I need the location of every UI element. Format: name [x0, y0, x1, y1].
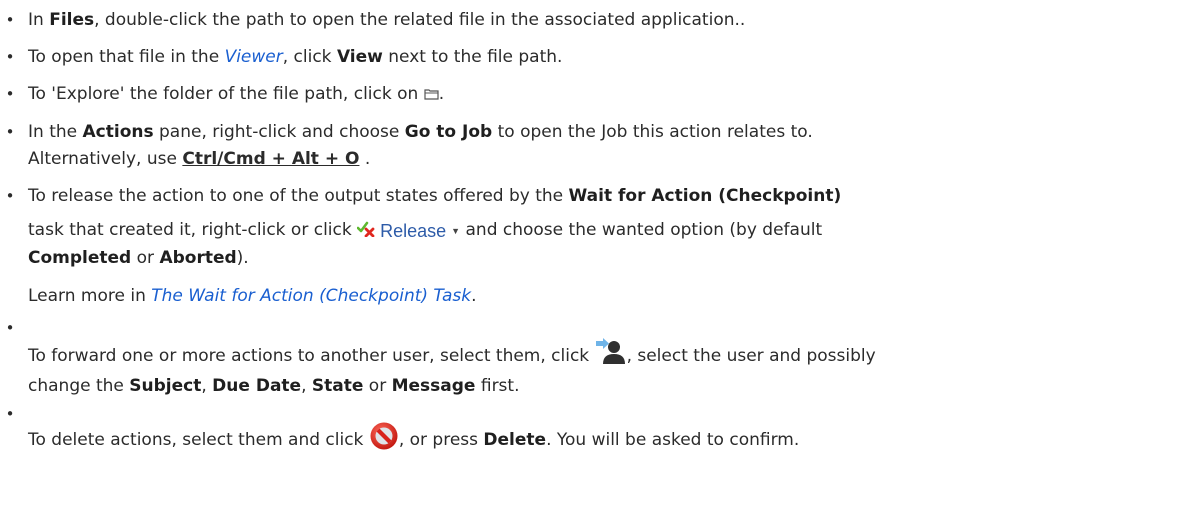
bold-actions: Actions [82, 122, 154, 142]
text: ). [236, 248, 249, 268]
bold-delete: Delete [483, 430, 547, 450]
bold-state: State [311, 376, 364, 396]
bold-completed: Completed [28, 248, 132, 268]
text: , select the user and possibly [626, 346, 876, 366]
release-button[interactable]: Release ▼ [356, 218, 461, 245]
text: Alternatively, use [28, 149, 183, 169]
text: To 'Explore' the folder of the file path… [28, 84, 424, 104]
text: . [471, 286, 477, 306]
text: , click [282, 47, 337, 67]
line-wrapper: task that created it, right-click or cli… [28, 217, 1184, 272]
instruction-list: • In Files, double-click the path to ope… [0, 7, 1184, 460]
text: pane, right-click and choose [153, 122, 405, 142]
bold-message: Message [391, 376, 476, 396]
chevron-down-icon: ▼ [451, 226, 461, 236]
text: To release the action to one of the outp… [28, 186, 569, 206]
bullet: • [5, 48, 15, 66]
bullet: • [5, 187, 15, 205]
delete-icon[interactable] [369, 421, 399, 460]
bold-subject: Subject [129, 376, 202, 396]
text: , [201, 376, 213, 396]
list-item: • To forward one or more actions to anot… [0, 319, 1184, 400]
text: To open that file in the [28, 47, 225, 67]
keyboard-shortcut: Ctrl/Cmd + Alt + O [182, 149, 360, 169]
text: first. [475, 376, 520, 396]
text: . You will be asked to confirm. [546, 430, 800, 450]
item-text: To forward one or more actions to anothe… [28, 323, 1184, 400]
text: or [131, 248, 160, 268]
text: , or press [398, 430, 484, 450]
list-item: • In the Actions pane, right-click and c… [0, 119, 1184, 173]
bullet: • [5, 123, 15, 141]
bullet: • [5, 405, 15, 423]
bold-files: Files [49, 10, 95, 30]
bullet: • [5, 11, 15, 29]
bold-wait-for-action: Wait for Action (Checkpoint) [568, 186, 842, 206]
list-item: • To delete actions, select them and cli… [0, 405, 1184, 460]
text: . [359, 149, 371, 169]
learn-more: Learn more in The Wait for Action (Check… [28, 283, 1184, 310]
checkmark-cross-icon [356, 218, 377, 245]
list-item: • To release the action to one of the ou… [0, 183, 1184, 310]
text: change the [28, 376, 130, 396]
bold-aborted: Aborted [159, 248, 237, 268]
bullet: • [5, 85, 15, 103]
list-item: • To 'Explore' the folder of the file pa… [0, 81, 1184, 109]
text: and choose the wanted option (by default [460, 220, 823, 240]
wait-for-action-link[interactable]: The Wait for Action (Checkpoint) Task [151, 286, 471, 306]
forward-user-icon[interactable] [595, 338, 627, 373]
list-item: • In Files, double-click the path to ope… [0, 7, 1184, 34]
release-label: Release [380, 221, 447, 241]
text: or [363, 376, 392, 396]
bold-due-date: Due Date [212, 376, 302, 396]
text: next to the file path. [382, 47, 563, 67]
text: , [301, 376, 312, 396]
bullet: • [5, 319, 15, 337]
text: . [438, 84, 445, 104]
text: task that created it, right-click or cli… [28, 220, 358, 240]
text: , double-click the path to open the rela… [94, 10, 746, 30]
bold-go-to-job: Go to Job [404, 122, 493, 142]
viewer-link[interactable]: Viewer [225, 47, 283, 67]
text: to open the Job this action relates to. [492, 122, 813, 142]
text: In the [28, 122, 83, 142]
list-item: • To open that file in the Viewer, click… [0, 44, 1184, 71]
text: In [28, 10, 50, 30]
folder-icon[interactable] [424, 82, 439, 109]
item-text: To delete actions, select them and click… [28, 409, 1184, 460]
text: To delete actions, select them and click [28, 430, 369, 450]
bold-view: View [336, 47, 383, 67]
text: To forward one or more actions to anothe… [28, 346, 595, 366]
text: Learn more in [28, 286, 152, 306]
